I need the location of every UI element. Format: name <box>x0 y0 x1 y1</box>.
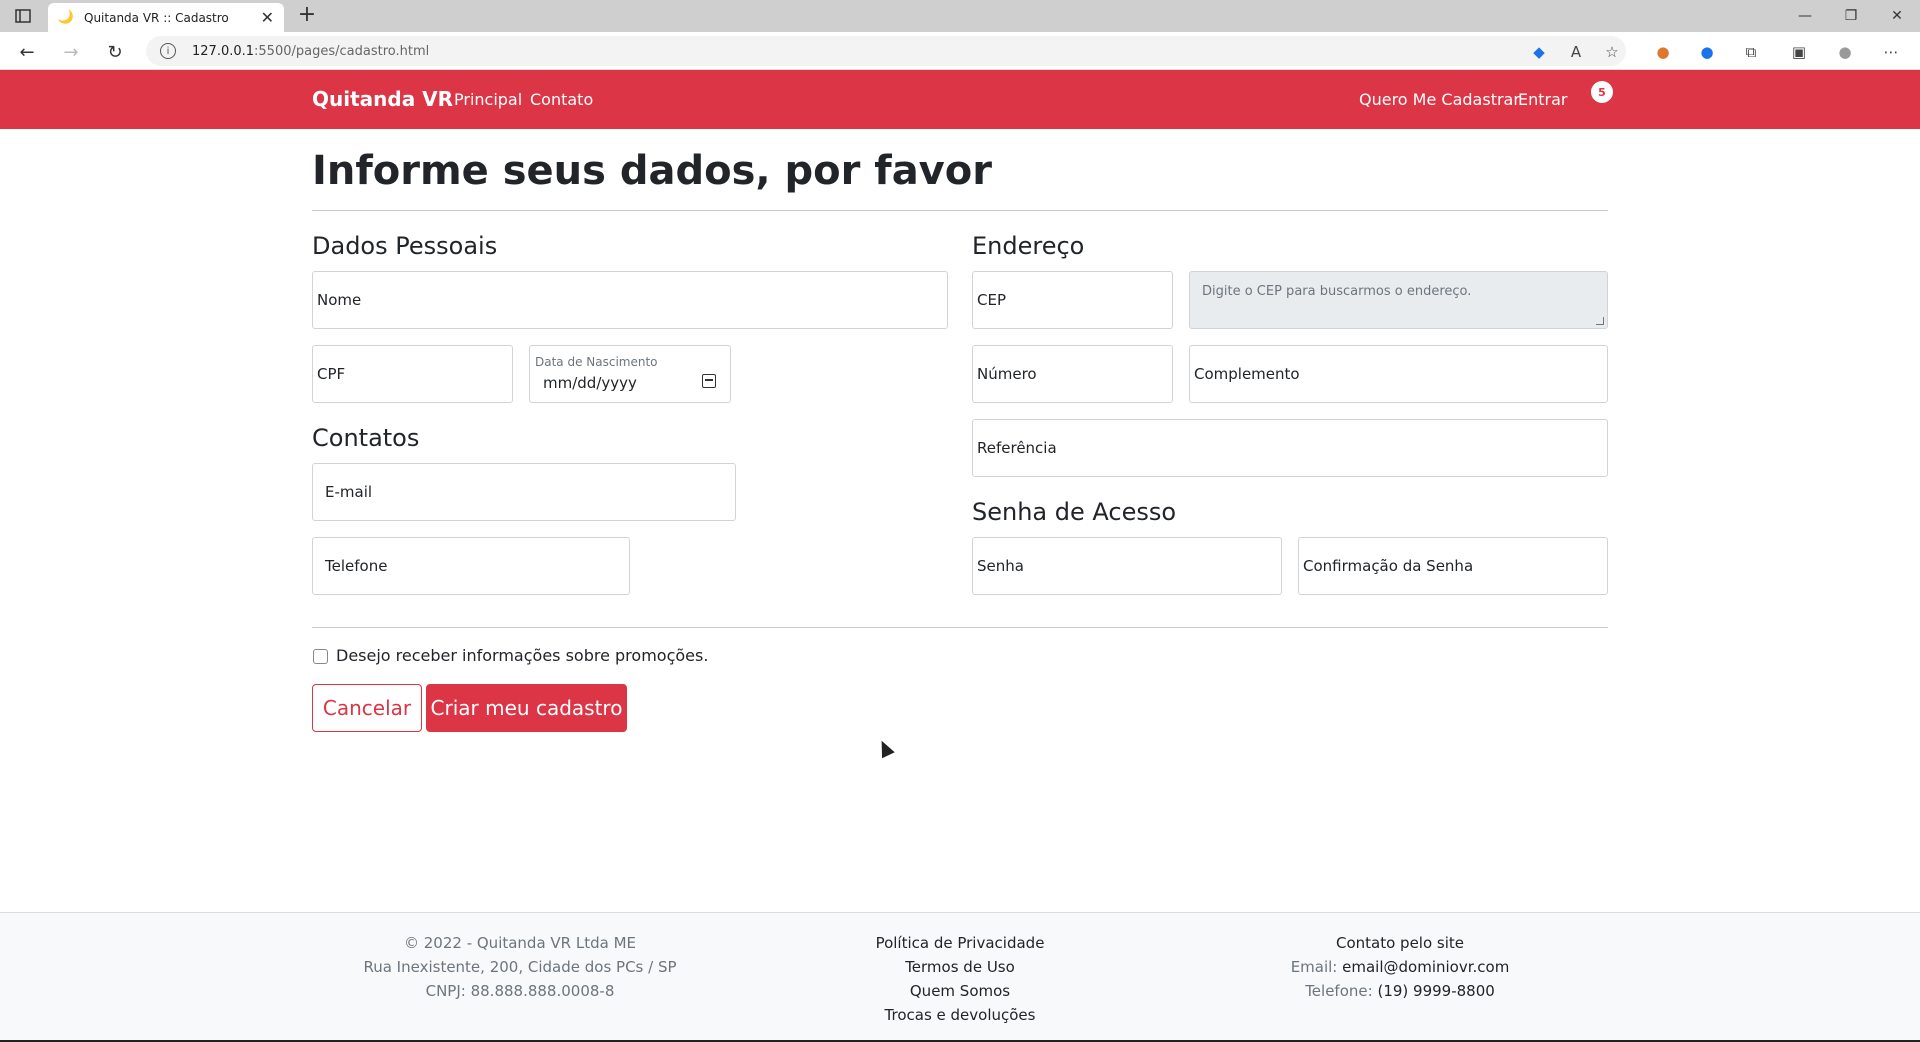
email-field[interactable]: E-mail <box>312 463 736 521</box>
more-menu-icon[interactable]: ⋯ <box>1880 41 1902 63</box>
tab-actions-icon[interactable] <box>12 7 34 25</box>
extension-icon[interactable]: ● <box>1652 41 1674 63</box>
nome-label: Nome <box>317 291 362 309</box>
back-icon[interactable]: ← <box>14 39 40 65</box>
forward-icon[interactable]: → <box>58 39 84 65</box>
browser-address-bar: ← → ↻ i 127.0.0.1:5500/pages/cadastro.ht… <box>0 32 1920 70</box>
favorite-icon[interactable]: ☆ <box>1601 41 1623 63</box>
section-address: Endereço <box>972 232 1085 260</box>
cpf-label: CPF <box>317 365 346 383</box>
url-host: 127.0.0.1 <box>192 43 255 59</box>
site-footer: © 2022 - Quitanda VR Ltda ME Rua Inexist… <box>0 912 1920 1042</box>
referencia-label: Referência <box>977 439 1057 457</box>
telefone-field[interactable]: Telefone <box>312 537 630 595</box>
close-tab-icon[interactable]: ✕ <box>261 8 274 27</box>
section-personal: Dados Pessoais <box>312 232 498 260</box>
footer-email-label: Email: <box>1290 958 1338 976</box>
resize-handle-icon[interactable] <box>1596 317 1604 325</box>
footer-company-info: © 2022 - Quitanda VR Ltda ME Rua Inexist… <box>320 931 720 1003</box>
nav-link-principal[interactable]: Principal <box>454 90 522 109</box>
confirm-senha-field[interactable]: Confirmação da Senha <box>1298 537 1608 595</box>
promo-checkbox-label[interactable]: Desejo receber informações sobre promoçõ… <box>336 646 708 665</box>
extensions-puzzle-icon[interactable]: ⧉ <box>1740 41 1762 63</box>
cep-field[interactable]: CEP <box>972 271 1173 329</box>
footer-links: Política de Privacidade Termos de Uso Qu… <box>760 931 1160 1027</box>
footer-cnpj: CNPJ: 88.888.888.0008-8 <box>425 982 615 1000</box>
birth-date-field[interactable]: Data de Nascimento mm/dd/yyyy <box>529 345 731 403</box>
footer-link-privacy[interactable]: Política de Privacidade <box>760 931 1160 955</box>
submit-button[interactable]: Criar meu cadastro <box>426 684 627 732</box>
nome-field[interactable]: Nome <box>312 271 948 329</box>
divider <box>312 210 1608 211</box>
footer-address: Rua Inexistente, 200, Cidade dos PCs / S… <box>363 958 677 976</box>
tab-title: Quitanda VR :: Cadastro <box>84 10 229 25</box>
email-label: E-mail <box>325 483 373 501</box>
restore-icon[interactable]: ❐ <box>1828 0 1874 32</box>
footer-contact: Contato pelo site Email: email@dominiovr… <box>1200 931 1600 1003</box>
brand-logo[interactable]: Quitanda VR <box>312 87 453 111</box>
browser-tab-bar: 🌙 Quitanda VR :: Cadastro ✕ + — ❐ ✕ <box>0 0 1920 32</box>
nav-link-entrar[interactable]: Entrar <box>1518 90 1567 109</box>
minimize-icon[interactable]: — <box>1782 0 1828 32</box>
footer-link-about[interactable]: Quem Somos <box>760 979 1160 1003</box>
site-navbar: Quitanda VR Principal Contato Quero Me C… <box>0 70 1920 129</box>
footer-phone-value: (19) 9999-8800 <box>1377 982 1495 1000</box>
complemento-label: Complemento <box>1194 365 1300 383</box>
senha-label: Senha <box>977 557 1024 575</box>
numero-label: Número <box>977 365 1037 383</box>
numero-field[interactable]: Número <box>972 345 1173 403</box>
read-aloud-icon[interactable]: A <box>1565 41 1587 63</box>
senha-field[interactable]: Senha <box>972 537 1282 595</box>
nav-link-contato[interactable]: Contato <box>530 90 593 109</box>
endereco-placeholder: Digite o CEP para buscarmos o endereço. <box>1202 284 1472 299</box>
divider <box>312 627 1608 628</box>
cancel-button[interactable]: Cancelar <box>312 684 422 732</box>
footer-phone-label: Telefone: <box>1305 982 1373 1000</box>
footer-email-value[interactable]: email@dominiovr.com <box>1342 958 1509 976</box>
referencia-field[interactable]: Referência <box>972 419 1608 477</box>
birth-date-label: Data de Nascimento <box>535 355 658 369</box>
nav-link-cadastrar[interactable]: Quero Me Cadastrar <box>1359 90 1520 109</box>
telefone-label: Telefone <box>325 557 388 575</box>
url-path: :5500/pages/cadastro.html <box>254 43 430 59</box>
footer-link-terms[interactable]: Termos de Uso <box>760 955 1160 979</box>
page-title: Informe seus dados, por favor <box>312 148 992 194</box>
browser-tab[interactable]: 🌙 Quitanda VR :: Cadastro ✕ <box>48 3 284 32</box>
cart-count-badge[interactable]: 5 <box>1591 81 1613 103</box>
complemento-field[interactable]: Complemento <box>1189 345 1608 403</box>
collections-icon[interactable]: ▣ <box>1788 41 1810 63</box>
section-contacts: Contatos <box>312 424 420 452</box>
new-tab-icon[interactable]: + <box>295 4 319 28</box>
mouse-cursor-icon <box>875 737 895 759</box>
extension-icon[interactable]: ● <box>1696 41 1718 63</box>
endereco-textarea[interactable]: Digite o CEP para buscarmos o endereço. <box>1189 271 1608 329</box>
moon-icon: 🌙 <box>57 10 75 25</box>
confirm-senha-label: Confirmação da Senha <box>1303 557 1474 575</box>
tag-icon[interactable]: ◆ <box>1528 41 1550 63</box>
footer-link-returns[interactable]: Trocas e devoluções <box>760 1003 1160 1027</box>
cpf-field[interactable]: CPF <box>312 345 513 403</box>
cep-label: CEP <box>977 291 1006 309</box>
reload-icon[interactable]: ↻ <box>102 39 128 65</box>
birth-date-value: mm/dd/yyyy <box>543 374 637 392</box>
footer-copyright: © 2022 - Quitanda VR Ltda ME <box>403 934 637 952</box>
promo-checkbox[interactable] <box>313 649 328 664</box>
profile-avatar-icon[interactable]: ● <box>1834 41 1856 63</box>
section-password: Senha de Acesso <box>972 498 1177 526</box>
window-close-icon[interactable]: ✕ <box>1874 0 1920 32</box>
site-info-icon[interactable]: i <box>160 43 176 59</box>
calendar-icon[interactable] <box>702 374 716 388</box>
url-field[interactable]: i 127.0.0.1:5500/pages/cadastro.html <box>146 36 1626 66</box>
footer-contact-title: Contato pelo site <box>1335 934 1464 952</box>
